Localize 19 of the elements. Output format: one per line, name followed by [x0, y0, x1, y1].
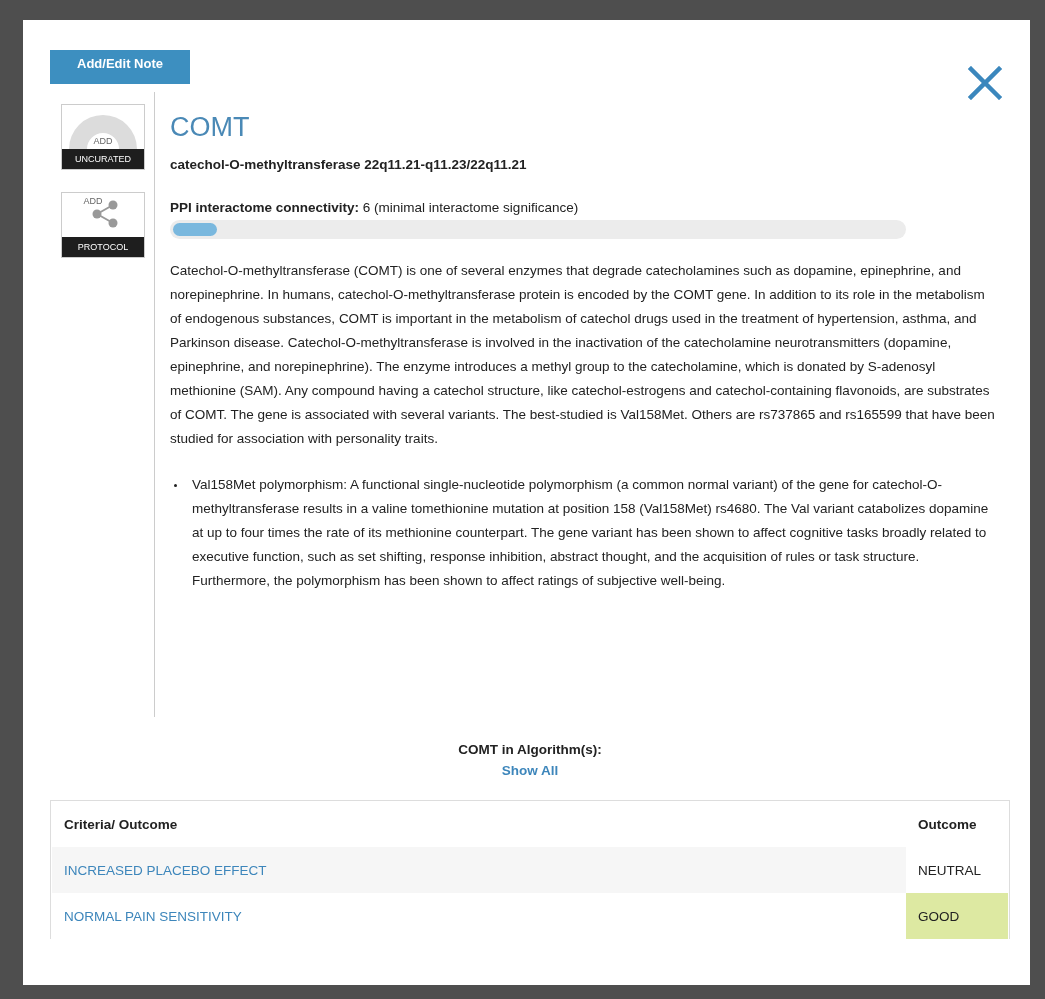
criteria-link[interactable]: INCREASED PLACEBO EFFECT [52, 847, 906, 893]
variant-description: Val158Met polymorphism: A functional single-nucleotide polymorphism (a common normal variant) of the gene for catechol-O-methyltransferase results in a valine tomethionine mutation at position 158 (Val158Met) rs4680. The Val variant catabolizes dopamine at up to four times the rate of its methionine counterpart. The gene variant has been shown to affect cognitive tasks broadly related to executive function, such as set shifting, response inhibition, abstract thought, and the acquisition of rules or task structure. Furthermore, the polymorphism has been shown to affect ratings of subjective well-being. [192, 476, 990, 590]
gene-description: Catechol-O-methyltransferase (COMT) is one of several enzymes that degrade catecholamines such as dopamine, epinephrine, and norepinephrine. In humans, catechol-O-methyltransferase protein is encoded by the COMT gene. In addition to its role in the metabolism of endogenous substances, COMT is important in the metabolism of catechol drugs used in the treatment of hypertension, asthma, and Parkinson disease. Catechol-O-methyltransferase is involved in the inactivation of the catecholamine neurotransmitters (dopamine, epinephrine, and norepinephrine). The enzyme introduces a methyl group to the catecholamine, which is donated by S-adenosyl methionine (SAM). Any compound having a catechol structure, like catechol-estrogens and catechol-containing flavonoids, are substrates of COMT. The gene is associated with several variants. The best-studied is Val158Met. Others are rs737865 and rs165599 that have been studied for association with personality traits. [170, 262, 995, 448]
add-edit-note-button[interactable]: Add/Edit Note [50, 50, 190, 84]
bullet-icon [174, 484, 177, 487]
connectivity-value: 6 (minimal interactome significance) [362, 200, 579, 215]
gene-symbol: COMT [170, 112, 251, 143]
gene-full-name: catechol-O-methyltransferase 22q11.21-q11.23/22q11.21 [170, 157, 528, 172]
algorithms-heading: COMT in Algorithm(s): [458, 742, 602, 757]
add-badge-button[interactable]: ADD UNCURATED [61, 104, 145, 170]
connectivity-label: PPI interactome connectivity: [170, 200, 360, 215]
criteria-link[interactable]: NORMAL PAIN SENSITIVITY [52, 893, 906, 939]
show-all-link[interactable]: Show All [501, 763, 559, 778]
column-header: Outcome [917, 815, 978, 834]
outcome-cell: GOOD [906, 893, 1008, 939]
add-badge-button[interactable]: ADD PROTOCOL [61, 192, 145, 258]
column-header: Criteria/ Outcome [63, 815, 179, 834]
close-icon[interactable] [968, 66, 1002, 100]
outcome-cell: NEUTRAL [906, 847, 1008, 893]
